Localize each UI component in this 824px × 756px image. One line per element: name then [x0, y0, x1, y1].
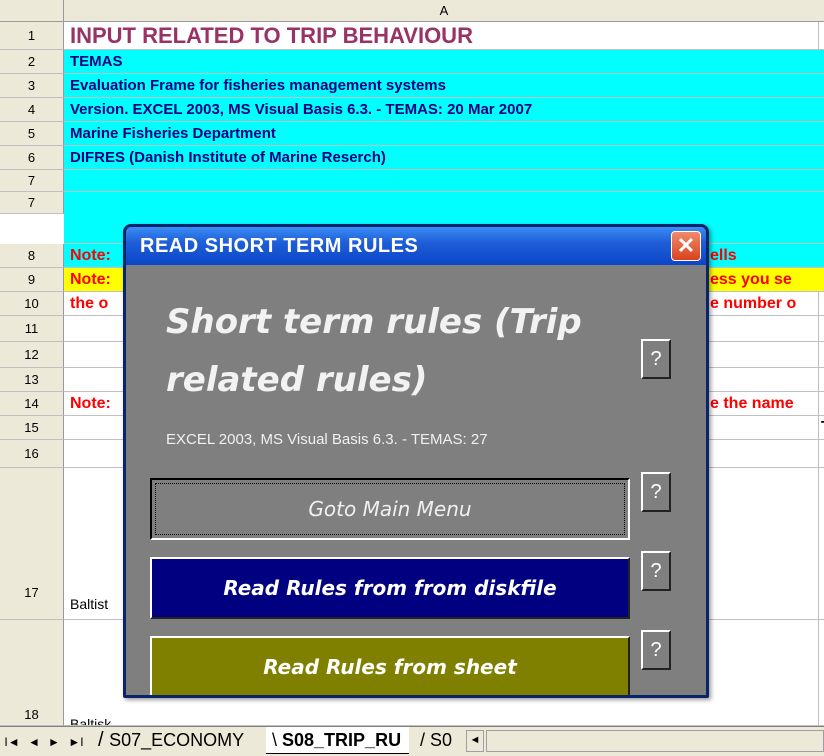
cell-a4[interactable]: Version. EXCEL 2003, MS Visual Basis 6.3… [64, 98, 824, 122]
row-header[interactable]: 1 [0, 22, 64, 50]
tab-scroll-left-button[interactable]: ◄ [466, 730, 484, 752]
row-header[interactable]: 9 [0, 268, 64, 292]
goto-help-button[interactable]: ? [641, 472, 671, 512]
diskfile-help-button[interactable]: ? [641, 551, 671, 591]
row-header[interactable]: 2 [0, 50, 64, 74]
sheet-tab-bar: I◄ ◄ ► ►I / S07_ECONOMY \ S08_TRIP_RU / … [0, 726, 824, 756]
tab-s08-trip-ru[interactable]: \ S08_TRIP_RU [266, 727, 410, 754]
sheet-help-button[interactable]: ? [641, 630, 671, 670]
row-header[interactable]: 8 [0, 244, 64, 268]
cell-a9-overflow-text: ess you se [710, 271, 792, 288]
cell-a3[interactable]: Evaluation Frame for fisheries managemen… [64, 74, 824, 98]
tab-s09-partial[interactable]: / S0 [418, 727, 470, 753]
dialog-title: READ SHORT TERM RULES [140, 235, 419, 257]
tab-s07-economy[interactable]: / S07_ECONOMY [90, 727, 252, 753]
row-header[interactable]: 3 [0, 74, 64, 98]
row-header[interactable]: 15 [0, 416, 64, 440]
row-header[interactable]: 11 [0, 316, 64, 342]
read-rules-from-diskfile-button[interactable]: Read Rules from from diskfile [150, 557, 630, 619]
row-header[interactable]: 13 [0, 368, 64, 392]
version-label: EXCEL 2003, MS Visual Basis 6.3. - TEMAS… [166, 431, 488, 448]
prev-sheet-button[interactable]: ◄ [26, 733, 42, 751]
cell-a5[interactable]: Marine Fisheries Department [64, 122, 824, 146]
row-header[interactable]: 10 [0, 292, 64, 316]
row-header[interactable]: 17 [0, 468, 64, 620]
close-icon: ✕ [676, 233, 696, 258]
cell-a8-overflow-text: ells [710, 247, 737, 264]
horizontal-scrollbar[interactable] [486, 730, 824, 752]
row-header[interactable]: 7 [0, 170, 64, 192]
row-header[interactable]: 6 [0, 146, 64, 170]
first-sheet-button[interactable]: I◄ [4, 733, 20, 751]
cell-a14-overflow-text: e the name [710, 395, 794, 412]
dialog-heading: Short term rules (Trip related rules) [166, 302, 582, 400]
select-all-corner[interactable] [0, 0, 64, 22]
dialog-title-bar[interactable]: READ SHORT TERM RULES ✕ [126, 227, 706, 265]
cell-a6[interactable]: DIFRES (Danish Institute of Marine Reser… [64, 146, 824, 170]
row-header[interactable]: 5 [0, 122, 64, 146]
row-header[interactable]: 7 [0, 192, 64, 214]
row-header[interactable]: 18 [0, 620, 64, 726]
row-header[interactable]: 4 [0, 98, 64, 122]
cell-a7[interactable] [64, 170, 824, 192]
next-sheet-button[interactable]: ► [46, 733, 62, 751]
cell-a10-overflow-text: e number o [710, 295, 797, 312]
read-short-term-rules-dialog: READ SHORT TERM RULES ✕ Short term rules… [123, 224, 709, 698]
goto-main-menu-button[interactable]: Goto Main Menu [150, 478, 630, 540]
last-sheet-button[interactable]: ►I [68, 733, 84, 751]
read-rules-from-sheet-button[interactable]: Read Rules from sheet [150, 636, 630, 695]
row-header[interactable]: 14 [0, 392, 64, 416]
column-header-a[interactable]: A [64, 0, 824, 22]
close-button[interactable]: ✕ [671, 231, 701, 261]
row-header[interactable]: 16 [0, 440, 64, 468]
cell-a2[interactable]: TEMAS [64, 50, 824, 74]
row-header[interactable]: 12 [0, 342, 64, 368]
heading-help-button[interactable]: ? [641, 339, 671, 379]
cell-a1[interactable]: INPUT RELATED TO TRIP BEHAVIOUR [64, 22, 824, 50]
